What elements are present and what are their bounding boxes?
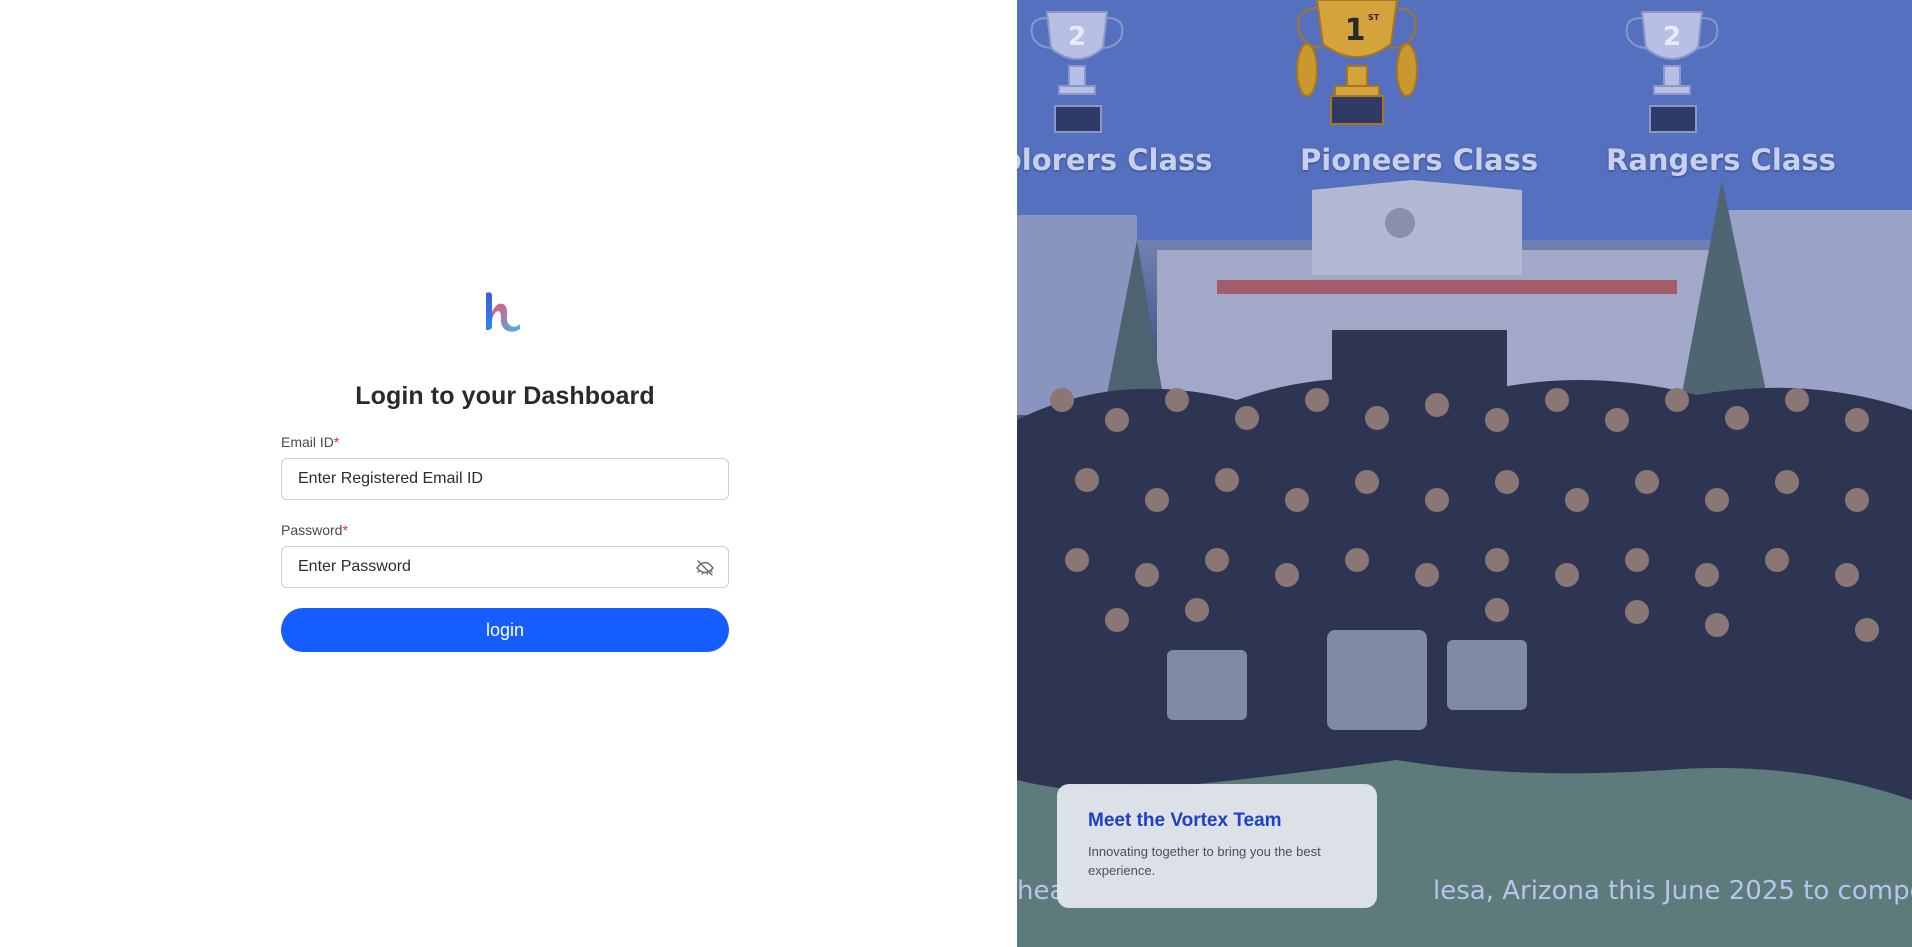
trophy-left-rank: 2 xyxy=(1068,22,1086,52)
email-label-text: Email ID xyxy=(281,434,334,450)
password-label: Password* xyxy=(281,522,729,538)
eye-off-icon[interactable] xyxy=(695,558,715,578)
trophy-middle-suffix: ST xyxy=(1368,13,1380,22)
password-label-text: Password xyxy=(281,522,343,538)
class-label-explorers: plorers Class xyxy=(1017,143,1213,177)
building-emblem xyxy=(1385,208,1415,238)
trophy-middle-rank: 1 xyxy=(1345,13,1366,48)
team-card-title: Meet the Vortex Team xyxy=(1088,810,1282,831)
building-tower xyxy=(1312,180,1522,275)
email-label: Email ID* xyxy=(281,434,729,450)
login-panel: Login to your Dashboard Email ID* Passwo… xyxy=(0,0,1017,947)
hero-panel: 2 1 ST 2 plorers Class Pioneers Class Ra… xyxy=(1017,0,1912,947)
page-title: Login to your Dashboard xyxy=(355,382,655,410)
class-label-pioneers: Pioneers Class xyxy=(1300,143,1539,177)
password-field-box xyxy=(281,546,729,588)
brand-logo-icon xyxy=(486,292,520,332)
team-card-text: Innovating together to bring you the bes… xyxy=(1088,844,1321,878)
class-label-rangers: Rangers Class xyxy=(1606,143,1836,177)
login-button[interactable]: login xyxy=(281,608,729,652)
login-page: Login to your Dashboard Email ID* Passwo… xyxy=(0,0,1912,947)
trophy-right-rank: 2 xyxy=(1663,22,1681,52)
team-crowd xyxy=(1017,378,1912,800)
ticker-text-right: lesa, Arizona this June 2025 to compete … xyxy=(1433,876,1912,906)
required-marker: * xyxy=(333,434,340,450)
password-field[interactable] xyxy=(282,547,728,587)
required-marker: * xyxy=(342,522,348,538)
email-field[interactable] xyxy=(282,459,728,499)
login-form: Login to your Dashboard Email ID* Passwo… xyxy=(281,290,729,652)
email-field-box xyxy=(281,458,729,500)
building-roof xyxy=(1217,280,1677,294)
team-card: Meet the Vortex Team Innovating together… xyxy=(1057,784,1377,908)
